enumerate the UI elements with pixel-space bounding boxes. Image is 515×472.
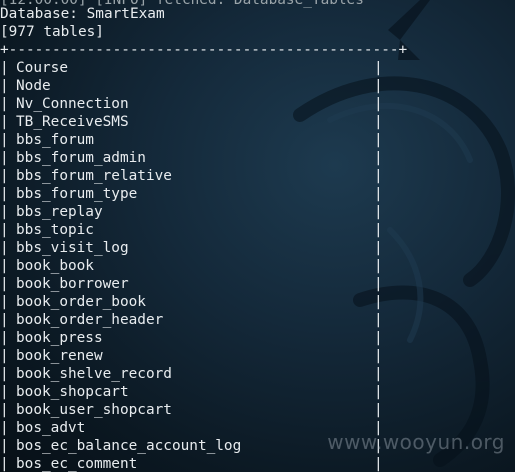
- row-border-right: |: [374, 168, 383, 184]
- row-border-left: |: [0, 150, 9, 166]
- row-border-right: |: [374, 150, 383, 166]
- table-list: | Course | | Node | | Nv_Connection | | TB_Receive…: [0, 59, 390, 472]
- table-name-cell: bbs_forum: [16, 132, 94, 148]
- row-border-left: |: [0, 78, 9, 94]
- row-border-left: |: [0, 186, 9, 202]
- table-name-cell: book_book: [16, 258, 94, 274]
- row-border-left: |: [0, 276, 9, 292]
- row-border-left: |: [0, 204, 9, 220]
- table-row: | book_shopcart |: [0, 383, 390, 401]
- table-name-cell: bos_ec_balance_account_log: [16, 438, 242, 454]
- row-border-right: |: [374, 96, 383, 112]
- row-border-left: |: [0, 96, 9, 112]
- table-name-cell: bbs_replay: [16, 204, 103, 220]
- row-border-left: |: [0, 330, 9, 346]
- row-border-right: |: [374, 222, 383, 238]
- table-name-cell: bos_ec_comment: [16, 456, 138, 472]
- table-row: | bbs_forum_relative |: [0, 167, 390, 185]
- table-name-cell: bbs_forum_type: [16, 186, 138, 202]
- row-border-right: |: [374, 240, 383, 256]
- row-border-right: |: [374, 384, 383, 400]
- row-border-left: |: [0, 114, 9, 130]
- table-row: | bbs_forum_type |: [0, 185, 390, 203]
- row-border-left: |: [0, 60, 9, 76]
- row-border-right: |: [374, 402, 383, 418]
- row-border-left: |: [0, 348, 9, 364]
- table-name-cell: Course: [16, 60, 68, 76]
- terminal-window[interactable]: [12:00:00] [INFO] fetched: Database_Tabl…: [0, 0, 515, 472]
- table-row: | bbs_replay |: [0, 203, 390, 221]
- table-name-cell: book_shelve_record: [16, 366, 172, 382]
- row-border-right: |: [374, 294, 383, 310]
- table-name-cell: bbs_forum_admin: [16, 150, 146, 166]
- table-row: | bbs_forum_admin |: [0, 149, 390, 167]
- row-border-right: |: [374, 366, 383, 382]
- table-name-cell: book_renew: [16, 348, 103, 364]
- table-name-cell: book_order_header: [16, 312, 164, 328]
- row-border-left: |: [0, 456, 9, 472]
- row-border-right: |: [374, 60, 383, 76]
- table-row: | book_renew |: [0, 347, 390, 365]
- row-border-right: |: [374, 114, 383, 130]
- table-name-cell: bbs_visit_log: [16, 240, 129, 256]
- row-border-left: |: [0, 222, 9, 238]
- row-border-right: |: [374, 348, 383, 364]
- row-border-right: |: [374, 330, 383, 346]
- row-border-left: |: [0, 294, 9, 310]
- row-border-right: |: [374, 312, 383, 328]
- row-border-left: |: [0, 312, 9, 328]
- table-name-cell: bbs_forum_relative: [16, 168, 172, 184]
- database-name-line: Database: SmartExam: [0, 6, 165, 22]
- table-row: | TB_ReceiveSMS |: [0, 113, 390, 131]
- table-name-cell: Node: [16, 78, 51, 94]
- table-row: | bbs_forum |: [0, 131, 390, 149]
- table-row: | bbs_visit_log |: [0, 239, 390, 257]
- row-border-left: |: [0, 438, 9, 454]
- table-row: | Course |: [0, 59, 390, 77]
- row-border-left: |: [0, 240, 9, 256]
- table-row: | book_book |: [0, 257, 390, 275]
- watermark: www.wooyun.org: [327, 430, 505, 454]
- row-border-left: |: [0, 420, 9, 436]
- row-border-left: |: [0, 168, 9, 184]
- table-name-cell: book_borrower: [16, 276, 129, 292]
- row-border-left: |: [0, 366, 9, 382]
- table-name-cell: bos_advt: [16, 420, 86, 436]
- row-border-right: |: [374, 258, 383, 274]
- table-row: | bbs_topic |: [0, 221, 390, 239]
- row-border-right: |: [374, 456, 383, 472]
- table-row: | book_press |: [0, 329, 390, 347]
- table-name-cell: Nv_Connection: [16, 96, 129, 112]
- row-border-right: |: [374, 204, 383, 220]
- row-border-left: |: [0, 384, 9, 400]
- table-row: | book_borrower |: [0, 275, 390, 293]
- row-border-left: |: [0, 132, 9, 148]
- row-border-left: |: [0, 258, 9, 274]
- table-name-cell: TB_ReceiveSMS: [16, 114, 129, 130]
- table-count-line: [977 tables]: [0, 24, 104, 40]
- table-name-cell: book_press: [16, 330, 103, 346]
- table-name-cell: book_shopcart: [16, 384, 129, 400]
- table-row: | book_shelve_record |: [0, 365, 390, 383]
- table-name-cell: book_user_shopcart: [16, 402, 172, 418]
- row-border-right: |: [374, 186, 383, 202]
- table-row: | book_order_book |: [0, 293, 390, 311]
- table-row: | Nv_Connection |: [0, 95, 390, 113]
- table-row: | book_order_header |: [0, 311, 390, 329]
- row-border-right: |: [374, 132, 383, 148]
- table-name-cell: book_order_book: [16, 294, 146, 310]
- table-row: | Node |: [0, 77, 390, 95]
- table-name-cell: bbs_topic: [16, 222, 94, 238]
- table-row: | book_user_shopcart |: [0, 401, 390, 419]
- table-row: | bos_ec_comment |: [0, 455, 390, 472]
- row-border-left: |: [0, 402, 9, 418]
- table-top-border: +---------------------------------------…: [0, 42, 408, 58]
- row-border-right: |: [374, 78, 383, 94]
- row-border-right: |: [374, 276, 383, 292]
